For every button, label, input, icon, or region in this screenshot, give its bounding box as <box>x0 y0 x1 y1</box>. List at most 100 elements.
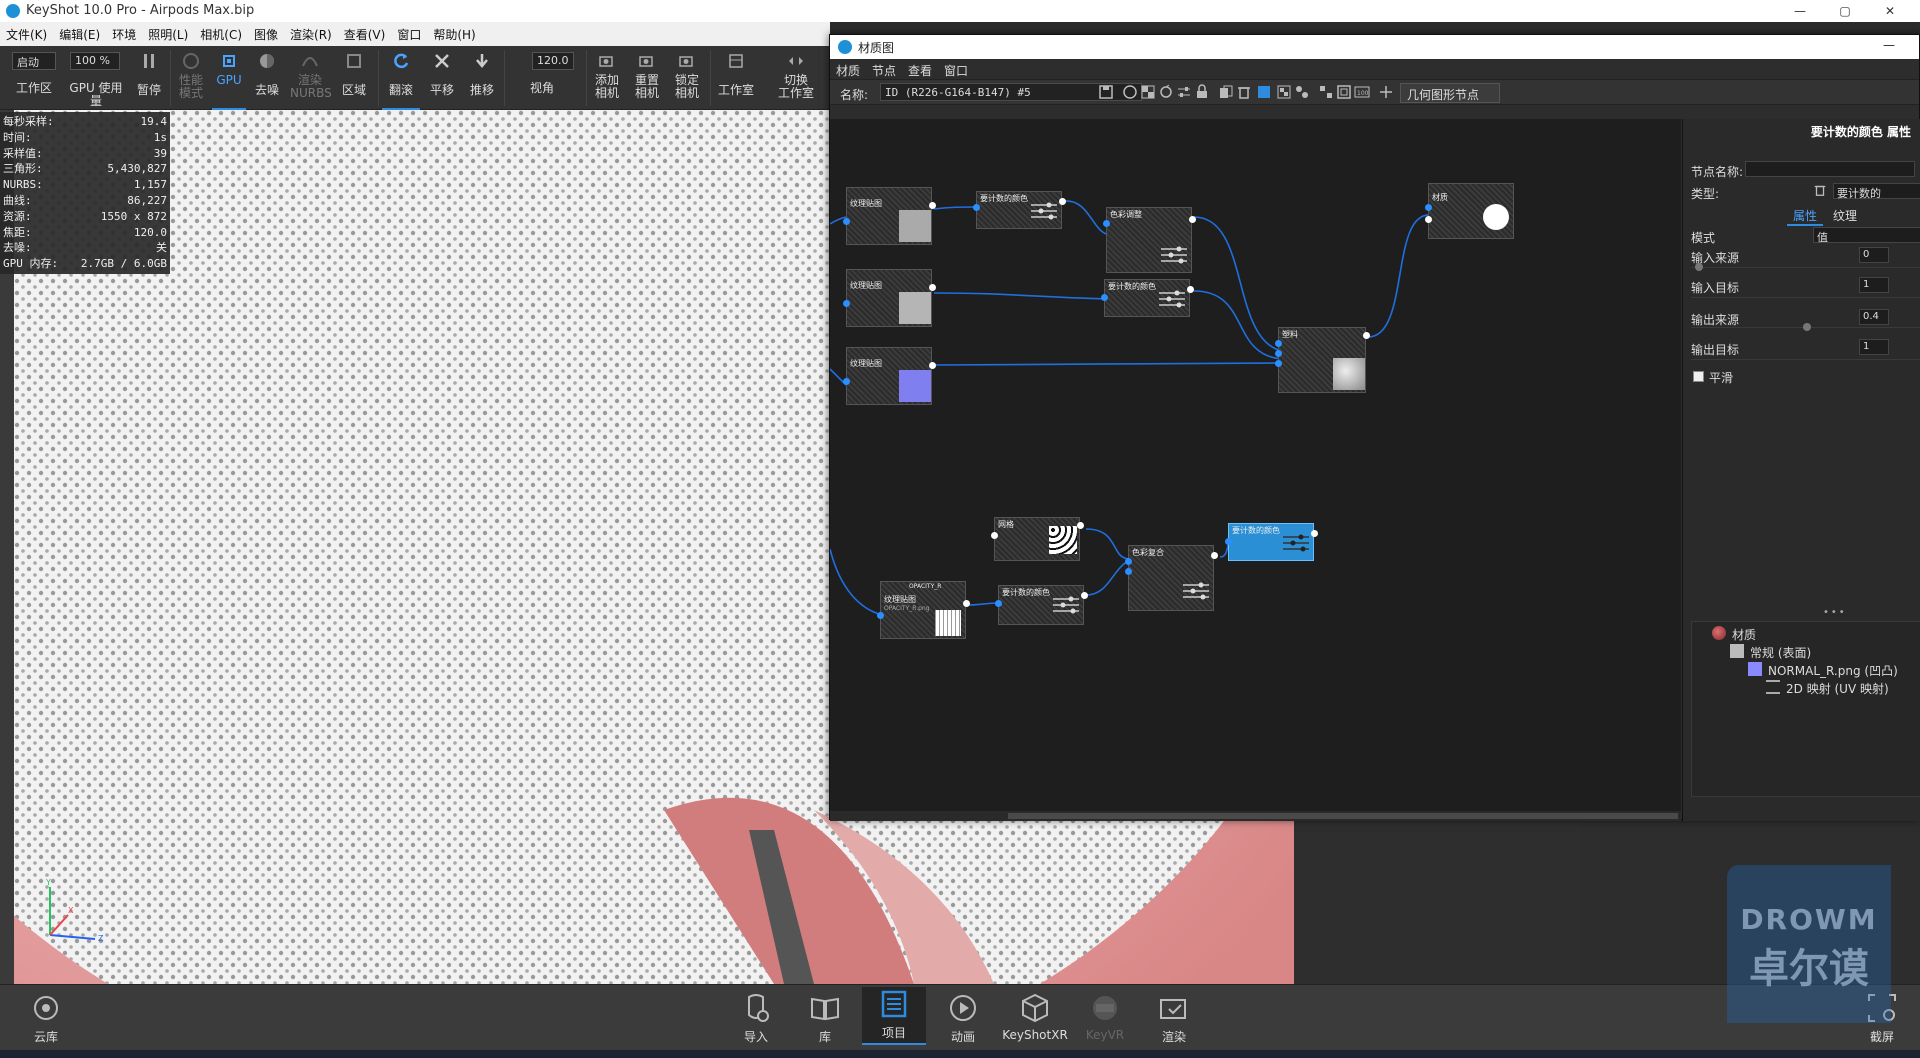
opacity-texture-node[interactable]: OPACITY_R 纹理贴图 OPACITY_R.png <box>877 581 970 639</box>
lock-icon[interactable] <box>1194 84 1212 102</box>
input-port[interactable] <box>1125 568 1132 575</box>
input-port[interactable] <box>1103 220 1110 227</box>
mode-dropdown[interactable]: 值 <box>1813 227 1920 244</box>
tab-properties[interactable]: 属性 <box>1787 207 1824 226</box>
output-port[interactable] <box>1187 286 1194 293</box>
layout-icon[interactable] <box>1318 84 1336 102</box>
panel-resize-handle[interactable]: ••• <box>1823 607 1847 618</box>
menu-edit[interactable]: 编辑(E) <box>53 22 106 43</box>
tree-item-general[interactable]: 常规 (表面) <box>1750 644 1811 661</box>
menu-help[interactable]: 帮助(H) <box>427 22 481 43</box>
input-from-slider[interactable] <box>1691 267 1920 268</box>
pan-button[interactable]: 平移 <box>424 46 460 110</box>
output-port[interactable] <box>1189 216 1196 223</box>
gpu-usage-button[interactable]: GPU 使用量 <box>64 74 128 110</box>
output-port[interactable] <box>1211 552 1218 559</box>
menu-camera[interactable]: 相机(C) <box>194 22 248 43</box>
input-port[interactable] <box>1275 360 1282 367</box>
tumble-button[interactable]: 翻滚 <box>382 46 420 110</box>
output-port[interactable] <box>1311 530 1318 537</box>
minimize-button[interactable]: — <box>1780 1 1820 21</box>
input-port[interactable] <box>1425 216 1432 223</box>
import-button[interactable]: 导入 <box>724 991 788 1045</box>
node-blue-icon[interactable] <box>1256 84 1274 102</box>
keyshotxr-button[interactable]: KeyShotXR <box>1000 991 1070 1042</box>
input-to-slider[interactable] <box>1691 297 1920 298</box>
output-from-value[interactable]: 0.4 <box>1859 309 1889 325</box>
tree-item-normal[interactable]: NORMAL_R.png (凹凸) <box>1768 662 1898 679</box>
output-port[interactable] <box>929 362 936 369</box>
input-port[interactable] <box>973 204 980 211</box>
fov-button[interactable]: 视角 <box>512 74 572 110</box>
dots-pattern-node[interactable]: 网格 <box>991 517 1084 561</box>
sphere-icon[interactable] <box>1122 84 1140 102</box>
node-group-icon[interactable] <box>1294 84 1312 102</box>
trash-icon[interactable] <box>1813 183 1827 200</box>
material-output-node[interactable]: 材质 <box>1425 183 1514 239</box>
input-port[interactable] <box>1125 558 1132 565</box>
start-dropdown[interactable]: 启动 <box>12 52 56 70</box>
zoom-100-icon[interactable]: 100 <box>1354 84 1372 102</box>
output-port[interactable] <box>1077 522 1084 529</box>
material-graph-titlebar[interactable]: 材质图 — <box>830 35 1919 59</box>
input-port[interactable] <box>1225 538 1232 545</box>
workspace-button[interactable]: 工作区 <box>12 74 56 110</box>
output-port[interactable] <box>929 284 936 291</box>
copy-icon[interactable] <box>1218 84 1236 102</box>
reset-camera-button[interactable]: 重置 相机 <box>630 46 664 110</box>
output-port[interactable] <box>1363 332 1370 339</box>
input-port[interactable] <box>1101 294 1108 301</box>
menu-environment[interactable]: 环境 <box>106 22 142 43</box>
tab-texture[interactable]: 纹理 <box>1833 207 1857 224</box>
perf-mode-button[interactable]: 性能 模式 <box>174 46 208 110</box>
mat-menu-material[interactable]: 材质 <box>830 59 866 79</box>
input-port[interactable] <box>995 600 1002 607</box>
save-icon[interactable] <box>1098 84 1116 102</box>
output-to-slider[interactable] <box>1691 359 1920 360</box>
color-composite-node[interactable]: 色彩复合 <box>1125 545 1218 611</box>
count-color-node[interactable]: 要计数的颜色 <box>995 585 1088 625</box>
trash-icon[interactable] <box>1236 84 1254 102</box>
input-port[interactable] <box>843 300 850 307</box>
output-port[interactable] <box>991 532 998 539</box>
cloud-library-button[interactable]: 云库 <box>14 991 78 1045</box>
checker-icon[interactable] <box>1140 84 1158 102</box>
sliders-icon[interactable] <box>1176 84 1194 102</box>
node-graph-canvas[interactable]: 纹理贴图 纹理贴图 纹理贴图 要计数的颜色 色彩调整 要计数的颜色 塑料 材质 … <box>830 119 1681 821</box>
maximize-button[interactable]: ▢ <box>1825 1 1865 21</box>
region-button[interactable]: 区域 <box>336 46 372 110</box>
output-from-knob[interactable] <box>1803 323 1811 331</box>
rotate-icon[interactable] <box>1158 84 1176 102</box>
pause-button[interactable]: 暂停 <box>134 46 164 110</box>
menu-file[interactable]: 文件(K) <box>0 22 53 43</box>
output-port[interactable] <box>963 600 970 607</box>
add-camera-button[interactable]: 添加 相机 <box>590 46 624 110</box>
render-button[interactable]: 渲染 <box>1142 991 1206 1045</box>
lock-camera-button[interactable]: 锁定 相机 <box>670 46 704 110</box>
scrollbar-thumb[interactable] <box>1008 813 1678 819</box>
mat-menu-view[interactable]: 查看 <box>902 59 938 79</box>
animation-button[interactable]: 动画 <box>931 991 995 1045</box>
close-button[interactable]: ✕ <box>1870 1 1910 21</box>
tree-item-mapping[interactable]: 2D 映射 (UV 映射) <box>1786 680 1889 697</box>
smooth-checkbox[interactable] <box>1693 371 1704 382</box>
input-from-knob[interactable] <box>1695 263 1703 271</box>
type-field[interactable]: 要计数的 <box>1833 183 1920 200</box>
project-button[interactable]: 项目 <box>862 987 926 1045</box>
geometry-node-button[interactable]: 几何图形节点 <box>1400 83 1500 103</box>
library-button[interactable]: 库 <box>793 991 857 1045</box>
count-color-node[interactable]: 要计数的颜色 <box>1101 279 1194 317</box>
output-port[interactable] <box>929 202 936 209</box>
studio-button[interactable]: 工作室 <box>714 46 758 110</box>
dolly-button[interactable]: 推移 <box>464 46 500 110</box>
tree-item-material[interactable]: 材质 <box>1732 626 1756 643</box>
menu-view[interactable]: 查看(V) <box>338 22 392 43</box>
material-graph-minimize-button[interactable]: — <box>1883 38 1895 52</box>
plastic-node[interactable]: 塑料 <box>1275 327 1370 393</box>
mat-menu-node[interactable]: 节点 <box>866 59 902 79</box>
menu-image[interactable]: 图像 <box>248 22 284 43</box>
node-name-field[interactable] <box>1745 161 1915 177</box>
input-to-value[interactable]: 1 <box>1859 277 1889 293</box>
input-port[interactable] <box>877 612 884 619</box>
count-color-node-selected[interactable]: 要计数的颜色 <box>1225 523 1318 561</box>
